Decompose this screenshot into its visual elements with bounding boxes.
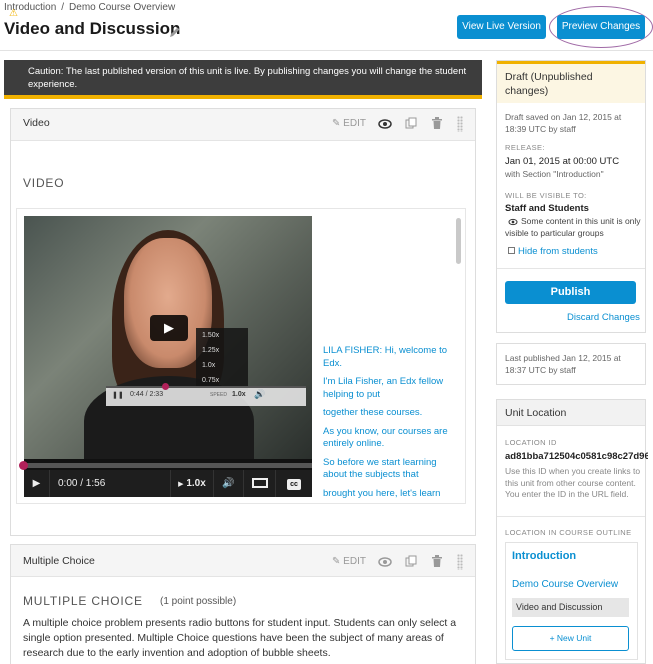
problem-text: A multiple choice problem presents radio… bbox=[23, 617, 457, 659]
new-unit-button[interactable]: + New Unit bbox=[512, 626, 629, 651]
speed-option[interactable]: 1.25x bbox=[202, 343, 248, 358]
release-section: with Section "Introduction" bbox=[505, 169, 604, 179]
hide-from-students-label[interactable]: Hide from students bbox=[518, 246, 598, 257]
multiple-choice-edit-label: EDIT bbox=[343, 556, 366, 567]
trash-icon[interactable] bbox=[432, 117, 442, 130]
video-component-title: Video bbox=[23, 117, 50, 129]
breadcrumb-separator: / bbox=[61, 2, 65, 13]
transcript-line[interactable]: LILA FISHER: Hi, welcome to Edx. bbox=[323, 345, 451, 370]
duplicate-icon[interactable] bbox=[405, 117, 417, 130]
discard-changes-link[interactable]: Discard Changes bbox=[567, 312, 640, 323]
visible-to-label: WILL BE VISIBLE TO: bbox=[505, 191, 587, 200]
embedded-controls: ❚❚ 0:44 / 2:33 SPEED 1.0x 🔊 bbox=[106, 383, 306, 406]
location-id-help: Use this ID when you create links to thi… bbox=[505, 466, 641, 499]
outline-subsection-link[interactable]: Demo Course Overview bbox=[512, 579, 618, 590]
transcript-scrollbar[interactable] bbox=[456, 218, 461, 264]
plus-icon: + bbox=[549, 633, 555, 643]
trash-icon[interactable] bbox=[432, 555, 442, 568]
drag-handle-icon[interactable] bbox=[457, 116, 463, 132]
outline-current-unit: Video and Discussion bbox=[512, 598, 629, 617]
preview-changes-button[interactable]: Preview Changes bbox=[557, 15, 645, 39]
publish-button[interactable]: Publish bbox=[505, 281, 636, 304]
draft-saved-info: Draft saved on Jan 12, 2015 at 18:39 UTC… bbox=[505, 112, 622, 134]
video-heading: VIDEO bbox=[23, 176, 65, 190]
multiple-choice-title: Multiple Choice bbox=[23, 555, 95, 567]
embedded-volume-icon: 🔊 bbox=[254, 389, 266, 399]
drag-handle-icon[interactable] bbox=[457, 554, 463, 570]
video-edit-label: EDIT bbox=[343, 118, 366, 129]
embedded-progress bbox=[106, 386, 306, 388]
pencil-icon[interactable] bbox=[168, 25, 182, 39]
duplicate-icon[interactable] bbox=[405, 555, 417, 568]
visibility-note: Some content in this unit is only visibl… bbox=[505, 216, 641, 238]
last-published-info: Last published Jan 12, 2015 at 18:37 UTC… bbox=[505, 353, 621, 375]
view-live-version-button[interactable]: View Live Version bbox=[457, 15, 546, 39]
transcript-line[interactable]: As you know, our courses are entirely on… bbox=[323, 426, 451, 451]
pencil-icon: ✎ bbox=[332, 118, 341, 129]
new-unit-label: New Unit bbox=[556, 633, 592, 643]
pencil-icon: ✎ bbox=[332, 556, 341, 567]
unit-location-title: Unit Location bbox=[505, 407, 567, 419]
header-divider bbox=[0, 50, 653, 51]
speed-arrow-icon: ▶ bbox=[178, 481, 184, 488]
panel-divider bbox=[497, 268, 645, 269]
hide-from-students-checkbox[interactable] bbox=[508, 247, 515, 254]
embedded-time: 0:44 / 2:33 bbox=[130, 391, 164, 398]
visible-to-value: Staff and Students bbox=[505, 203, 589, 214]
transcript-line[interactable]: together these courses. bbox=[323, 407, 451, 420]
points-possible: (1 point possible) bbox=[160, 596, 237, 607]
embedded-pause-icon: ❚❚ bbox=[112, 392, 124, 399]
eye-icon[interactable] bbox=[378, 118, 392, 130]
fullscreen-toggle-icon[interactable] bbox=[244, 470, 276, 497]
release-label: RELEASE: bbox=[505, 143, 545, 152]
embedded-speed: 1.0x bbox=[232, 391, 246, 398]
breadcrumb: Introduction / Demo Course Overview bbox=[4, 2, 175, 13]
embedded-progress-knob bbox=[162, 383, 169, 390]
video-controls: ▶ 0:00 / 1:56 ▶ 1.0x 🔊 cc bbox=[24, 470, 312, 497]
speed-menu[interactable]: 1.50x 1.25x 1.0x 0.75x bbox=[196, 328, 248, 390]
warning-icon: ⚠ bbox=[9, 8, 18, 19]
speed-option[interactable]: 1.50x bbox=[202, 328, 248, 343]
publish-warning-banner: Caution: The last published version of t… bbox=[4, 60, 482, 99]
video-edit-button[interactable]: ✎ EDIT bbox=[332, 118, 366, 129]
transcript-line[interactable]: So before we start learning about the su… bbox=[323, 457, 451, 482]
speed-button[interactable]: ▶ 1.0x bbox=[170, 470, 214, 497]
volume-icon[interactable]: 🔊 bbox=[214, 470, 244, 497]
draft-status-title: Draft (Unpublished changes) bbox=[505, 71, 593, 97]
transcript: LILA FISHER: Hi, welcome to Edx. I'm Lil… bbox=[323, 345, 451, 506]
video-frame[interactable]: 1.50x 1.25x 1.0x 0.75x ❚❚ 0:44 / 2:33 SP… bbox=[24, 216, 312, 459]
multiple-choice-heading: MULTIPLE CHOICE bbox=[23, 594, 143, 608]
eye-icon[interactable] bbox=[378, 556, 392, 568]
page-title: Video and Discussion bbox=[4, 19, 181, 38]
embedded-speed-label: SPEED bbox=[210, 392, 227, 398]
breadcrumb-demo-course-overview[interactable]: Demo Course Overview bbox=[69, 2, 175, 13]
speed-option[interactable]: 1.0x bbox=[202, 358, 248, 373]
warning-text: Caution: The last published version of t… bbox=[28, 66, 467, 90]
transcript-line[interactable]: brought you here, let's learn bbox=[323, 488, 451, 500]
release-date: Jan 01, 2015 at 00:00 UTC bbox=[505, 156, 620, 167]
outline-section-link[interactable]: Introduction bbox=[512, 550, 576, 562]
location-id-label: LOCATION ID bbox=[505, 438, 557, 447]
video-progress-bar[interactable] bbox=[24, 463, 312, 468]
video-progress-knob[interactable] bbox=[19, 461, 28, 470]
transcript-line[interactable]: I'm Lila Fisher, an Edx fellow helping t… bbox=[323, 376, 451, 401]
location-id-value[interactable]: ad81bba712504c0581c98c27d96c0a bbox=[505, 451, 648, 462]
panel-divider bbox=[497, 516, 645, 517]
play-button[interactable]: ▶ bbox=[24, 470, 50, 497]
cc-label: cc bbox=[287, 479, 301, 490]
closed-captions-button[interactable]: cc bbox=[276, 470, 312, 497]
play-overlay-button[interactable]: ▶ bbox=[150, 315, 188, 341]
outline-label: LOCATION IN COURSE OUTLINE bbox=[505, 528, 632, 537]
multiple-choice-edit-button[interactable]: ✎ EDIT bbox=[332, 556, 366, 567]
speed-value: 1.0x bbox=[186, 478, 206, 489]
